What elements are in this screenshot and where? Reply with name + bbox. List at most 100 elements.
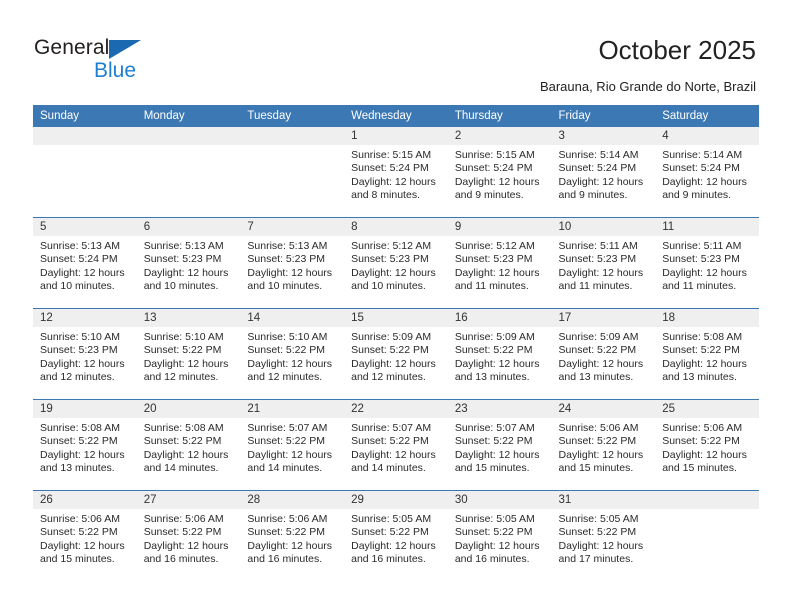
day-cell-inner: 13 Sunrise: 5:10 AM Sunset: 5:22 PM Dayligh… [136, 309, 241, 399]
day-number: 23 [447, 400, 552, 418]
day-number: 16 [447, 309, 552, 327]
calendar-day-cell[interactable]: 27 Sunrise: 5:06 AM Sunset: 5:22 PM Dayligh… [136, 490, 241, 581]
calendar-day-cell[interactable]: 3 Sunrise: 5:14 AM Sunset: 5:24 PM Daylight… [551, 127, 656, 218]
day-cell-inner: 11 Sunrise: 5:11 AM Sunset: 5:23 PM Dayligh… [655, 218, 759, 308]
day-cell-inner: 7 Sunrise: 5:13 AM Sunset: 5:23 PM Daylight… [240, 218, 345, 308]
daylight-duration-line2: and 13 minutes. [662, 371, 737, 384]
day-details: Sunrise: 5:13 AM Sunset: 5:23 PM Daylight:… [240, 236, 344, 294]
day-number: 19 [33, 400, 137, 418]
calendar-day-cell[interactable]: 1 Sunrise: 5:15 AM Sunset: 5:24 PM Daylight… [344, 127, 448, 218]
day-details: Sunrise: 5:06 AM Sunset: 5:22 PM Daylight:… [240, 509, 344, 567]
day-cell-inner: 23 Sunrise: 5:07 AM Sunset: 5:22 PM Dayligh… [447, 400, 552, 490]
calendar-day-cell[interactable]: 6 Sunrise: 5:13 AM Sunset: 5:23 PM Daylight… [136, 217, 241, 309]
weekday-header-friday: Friday [551, 105, 656, 127]
calendar-day-cell[interactable]: 14 Sunrise: 5:10 AM Sunset: 5:22 PM Dayligh… [240, 308, 345, 400]
day-cell-inner: 24 Sunrise: 5:06 AM Sunset: 5:22 PM Dayligh… [551, 400, 656, 490]
weekday-header-sunday: Sunday [33, 105, 137, 127]
day-number: 1 [344, 127, 448, 145]
sunrise-time: Sunrise: 5:06 AM [662, 422, 743, 434]
calendar-day-cell[interactable]: 24 Sunrise: 5:06 AM Sunset: 5:22 PM Dayligh… [551, 399, 656, 491]
day-cell-inner: 19 Sunrise: 5:08 AM Sunset: 5:22 PM Dayligh… [33, 400, 137, 490]
calendar-day-cell[interactable]: 18 Sunrise: 5:08 AM Sunset: 5:22 PM Dayligh… [655, 308, 759, 400]
calendar-day-cell[interactable]: 11 Sunrise: 5:11 AM Sunset: 5:23 PM Dayligh… [655, 217, 759, 309]
daylight-duration-line1: Daylight: 12 hours [247, 448, 333, 461]
calendar-page: General Blue October 2025 Barauna, Rio G… [0, 0, 792, 612]
day-details: Sunrise: 5:15 AM Sunset: 5:24 PM Daylight:… [344, 145, 448, 203]
day-number: 17 [551, 309, 656, 327]
calendar-day-cell[interactable]: 2 Sunrise: 5:15 AM Sunset: 5:24 PM Daylight… [447, 127, 552, 218]
day-cell-inner: 6 Sunrise: 5:13 AM Sunset: 5:23 PM Daylight… [136, 218, 241, 308]
daylight-duration-line2: and 15 minutes. [662, 462, 737, 475]
calendar-day-cell[interactable]: 26 Sunrise: 5:06 AM Sunset: 5:22 PM Dayligh… [33, 490, 137, 581]
day-cell-inner: 9 Sunrise: 5:12 AM Sunset: 5:23 PM Daylight… [447, 218, 552, 308]
calendar-day-cell[interactable]: 21 Sunrise: 5:07 AM Sunset: 5:22 PM Dayligh… [240, 399, 345, 491]
day-cell-inner: 31 Sunrise: 5:05 AM Sunset: 5:22 PM Dayligh… [551, 491, 656, 581]
sunset-time: Sunset: 5:23 PM [40, 344, 118, 357]
calendar-cell-empty [655, 490, 759, 581]
calendar-day-cell[interactable]: 8 Sunrise: 5:12 AM Sunset: 5:23 PM Daylight… [344, 217, 448, 309]
sunrise-time: Sunrise: 5:06 AM [40, 513, 120, 525]
day-number: 30 [447, 491, 552, 509]
calendar-day-cell[interactable]: 10 Sunrise: 5:11 AM Sunset: 5:23 PM Dayligh… [551, 217, 656, 309]
calendar-day-cell[interactable]: 28 Sunrise: 5:06 AM Sunset: 5:22 PM Dayligh… [240, 490, 345, 581]
day-cell-inner: 4 Sunrise: 5:14 AM Sunset: 5:24 PM Daylight… [655, 127, 759, 217]
day-cell-inner: 5 Sunrise: 5:13 AM Sunset: 5:24 PM Daylight… [33, 218, 137, 308]
sunset-time: Sunset: 5:23 PM [558, 253, 637, 266]
day-details: Sunrise: 5:07 AM Sunset: 5:22 PM Daylight:… [240, 418, 344, 476]
daylight-duration-line2: and 10 minutes. [247, 280, 323, 293]
day-details: Sunrise: 5:07 AM Sunset: 5:22 PM Daylight:… [344, 418, 448, 476]
sunrise-time: Sunrise: 5:08 AM [40, 422, 120, 434]
calendar-day-cell[interactable]: 17 Sunrise: 5:09 AM Sunset: 5:22 PM Dayligh… [551, 308, 656, 400]
sunset-time: Sunset: 5:22 PM [454, 435, 533, 448]
calendar-day-cell[interactable]: 31 Sunrise: 5:05 AM Sunset: 5:22 PM Dayligh… [551, 490, 656, 581]
day-cell-inner: 15 Sunrise: 5:09 AM Sunset: 5:22 PM Dayligh… [344, 309, 448, 399]
weekday-header-saturday: Saturday [655, 105, 759, 127]
day-cell-inner: 20 Sunrise: 5:08 AM Sunset: 5:22 PM Dayligh… [136, 400, 241, 490]
daylight-duration-line2: and 15 minutes. [558, 462, 634, 475]
sunrise-time: Sunrise: 5:12 AM [351, 240, 432, 252]
day-details: Sunrise: 5:08 AM Sunset: 5:22 PM Daylight:… [33, 418, 137, 476]
daylight-duration-line2: and 14 minutes. [247, 462, 323, 475]
sunrise-time: Sunrise: 5:13 AM [40, 240, 120, 252]
calendar-day-cell[interactable]: 23 Sunrise: 5:07 AM Sunset: 5:22 PM Dayligh… [447, 399, 552, 491]
calendar-day-cell[interactable]: 19 Sunrise: 5:08 AM Sunset: 5:22 PM Dayligh… [33, 399, 137, 491]
day-details: Sunrise: 5:06 AM Sunset: 5:22 PM Daylight:… [655, 418, 759, 476]
calendar-day-cell[interactable]: 30 Sunrise: 5:05 AM Sunset: 5:22 PM Dayligh… [447, 490, 552, 581]
day-cell-inner: 25 Sunrise: 5:06 AM Sunset: 5:22 PM Dayligh… [655, 400, 759, 490]
daylight-duration-line2: and 12 minutes. [40, 371, 115, 384]
sunset-time: Sunset: 5:22 PM [558, 526, 637, 539]
daylight-duration-line1: Daylight: 12 hours [40, 539, 125, 552]
day-details: Sunrise: 5:09 AM Sunset: 5:22 PM Daylight:… [448, 327, 552, 385]
calendar-day-cell[interactable]: 13 Sunrise: 5:10 AM Sunset: 5:22 PM Dayligh… [136, 308, 241, 400]
calendar-day-cell[interactable]: 12 Sunrise: 5:10 AM Sunset: 5:23 PM Dayligh… [33, 308, 137, 400]
daylight-duration-line2: and 10 minutes. [351, 280, 426, 293]
day-number: 25 [655, 400, 759, 418]
calendar-day-cell[interactable]: 20 Sunrise: 5:08 AM Sunset: 5:22 PM Dayligh… [136, 399, 241, 491]
sunrise-time: Sunrise: 5:06 AM [143, 513, 224, 525]
calendar-day-cell[interactable]: 9 Sunrise: 5:12 AM Sunset: 5:23 PM Daylight… [447, 217, 552, 309]
sunrise-sunset-calendar: Sunday Monday Tuesday Wednesday Thursday… [33, 105, 759, 581]
calendar-day-cell[interactable]: 29 Sunrise: 5:05 AM Sunset: 5:22 PM Dayligh… [344, 490, 448, 581]
sunrise-time: Sunrise: 5:09 AM [454, 331, 535, 343]
daylight-duration-line1: Daylight: 12 hours [40, 448, 125, 461]
calendar-day-cell[interactable]: 15 Sunrise: 5:09 AM Sunset: 5:22 PM Dayligh… [344, 308, 448, 400]
calendar-day-cell[interactable]: 7 Sunrise: 5:13 AM Sunset: 5:23 PM Daylight… [240, 217, 345, 309]
daylight-duration-line1: Daylight: 12 hours [558, 539, 644, 552]
calendar-day-cell[interactable]: 4 Sunrise: 5:14 AM Sunset: 5:24 PM Daylight… [655, 127, 759, 218]
calendar-day-cell[interactable]: 5 Sunrise: 5:13 AM Sunset: 5:24 PM Daylight… [33, 217, 137, 309]
sunrise-time: Sunrise: 5:06 AM [558, 422, 639, 434]
location-subtitle: Barauna, Rio Grande do Norte, Brazil [539, 79, 756, 94]
day-number: 21 [240, 400, 345, 418]
logo-text-general: General [34, 36, 110, 59]
day-cell-inner [33, 127, 137, 217]
daylight-duration-line2: and 10 minutes. [40, 280, 115, 293]
calendar-day-cell[interactable]: 22 Sunrise: 5:07 AM Sunset: 5:22 PM Dayligh… [344, 399, 448, 491]
day-details: Sunrise: 5:13 AM Sunset: 5:23 PM Daylight:… [137, 236, 241, 294]
sunset-time: Sunset: 5:22 PM [662, 435, 740, 448]
daylight-duration-line1: Daylight: 12 hours [662, 448, 747, 461]
daylight-duration-line2: and 8 minutes. [351, 189, 420, 202]
daylight-duration-line1: Daylight: 12 hours [351, 448, 436, 461]
sunset-time: Sunset: 5:22 PM [143, 435, 222, 448]
calendar-day-cell[interactable]: 25 Sunrise: 5:06 AM Sunset: 5:22 PM Dayligh… [655, 399, 759, 491]
calendar-day-cell[interactable]: 16 Sunrise: 5:09 AM Sunset: 5:22 PM Dayligh… [447, 308, 552, 400]
